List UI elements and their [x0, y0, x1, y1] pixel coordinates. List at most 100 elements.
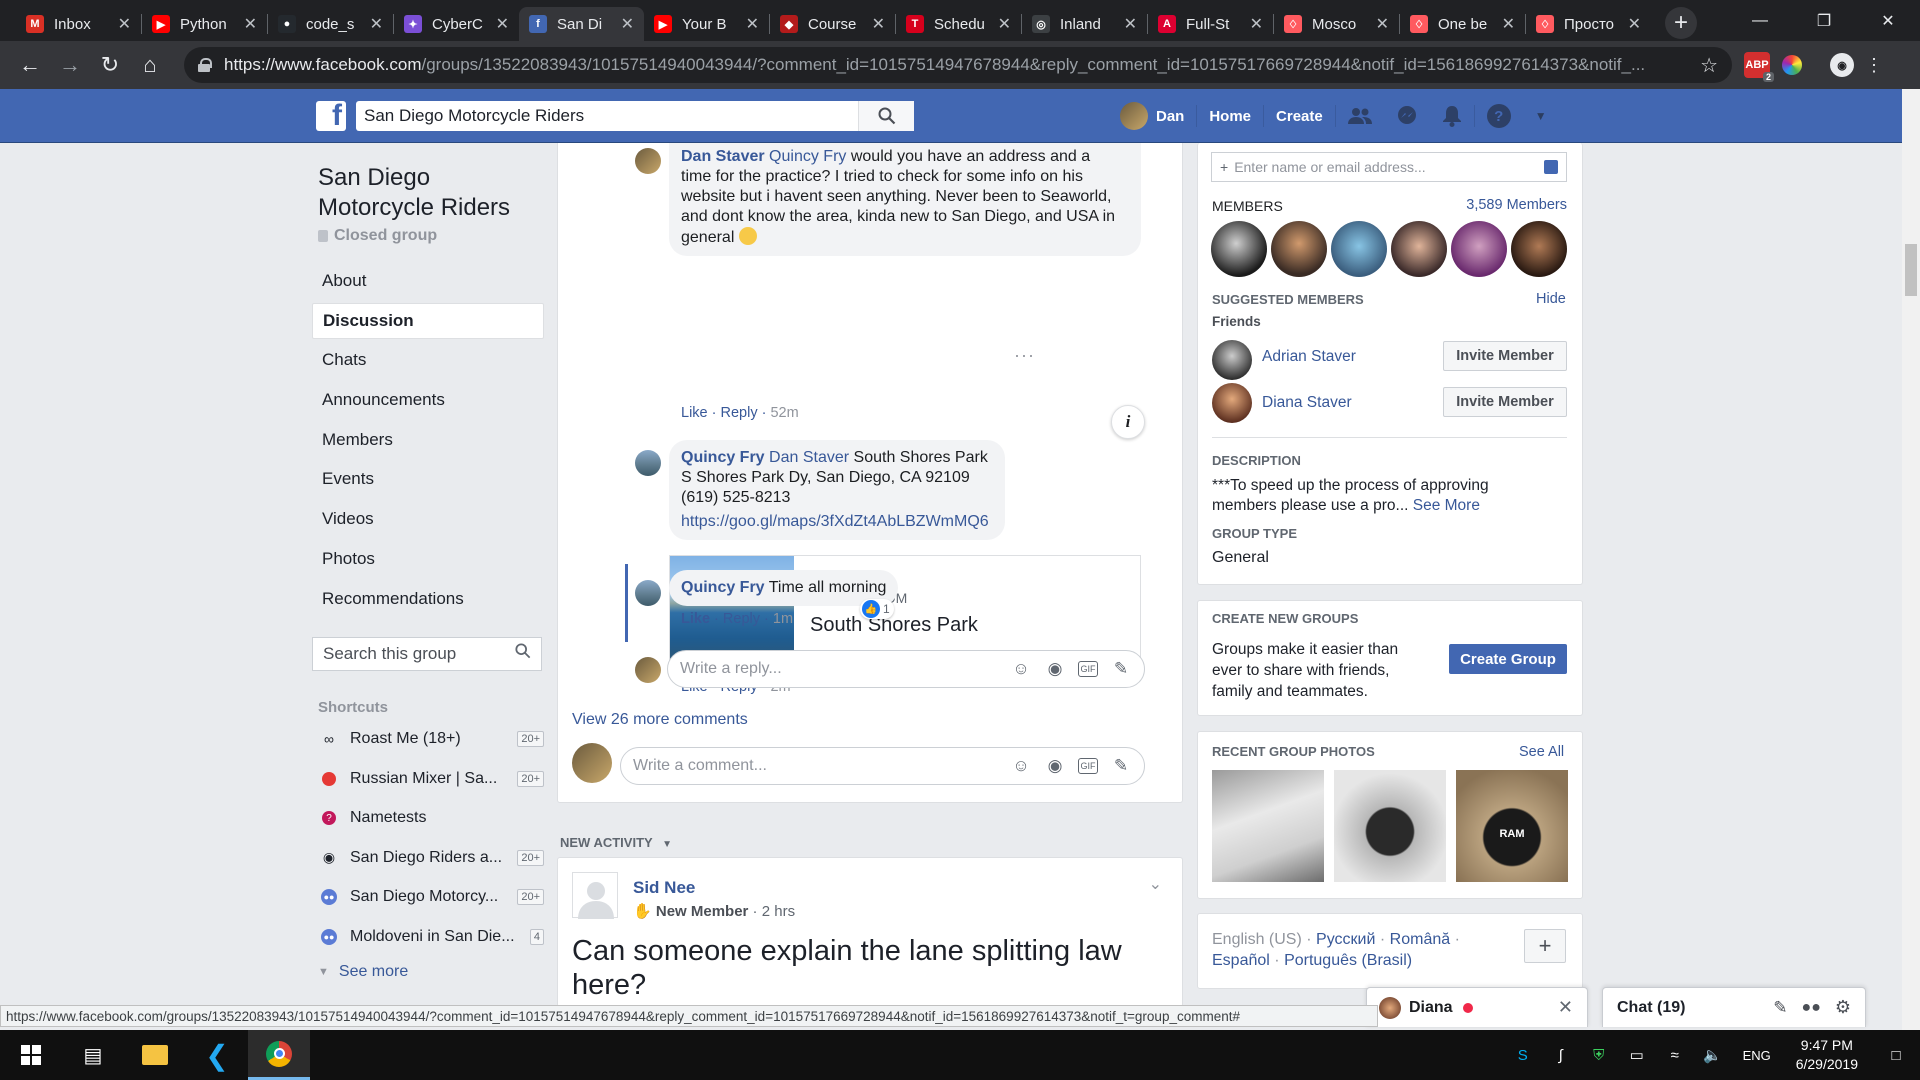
restore-icon[interactable]: ❐ — [1792, 0, 1856, 41]
messenger-icon[interactable] — [1384, 89, 1430, 143]
profile-link[interactable]: Dan — [1108, 89, 1196, 143]
browser-tab[interactable]: M Inbox ✕ — [16, 7, 141, 41]
suggested-member-name[interactable]: Adrian Staver — [1262, 348, 1356, 366]
language-link[interactable]: Español — [1212, 952, 1270, 969]
close-tab-icon[interactable]: ✕ — [1124, 14, 1137, 34]
shortcut-item[interactable]: ●● Moldoveni in San Die... 4 — [312, 917, 544, 957]
reply-link[interactable]: Reply — [721, 405, 758, 421]
search-icon[interactable] — [515, 643, 531, 664]
search-icon[interactable] — [858, 101, 914, 131]
back-icon[interactable]: ← — [10, 45, 50, 85]
camera-icon[interactable]: ◉ — [1044, 755, 1066, 777]
group-photo[interactable] — [1212, 770, 1324, 882]
avatar[interactable] — [1212, 340, 1252, 380]
comment-input[interactable]: Write a comment... ☺ ◉ GIF ✎ — [620, 747, 1145, 785]
member-avatar[interactable] — [1511, 221, 1567, 277]
shortcut-item[interactable]: Russian Mixer | Sa... 20+ — [312, 759, 544, 799]
browser-tab[interactable]: A Full-St ✕ — [1148, 7, 1273, 41]
system-clock[interactable]: 9:47 PM 6/29/2019 — [1782, 1036, 1872, 1074]
group-photo[interactable] — [1334, 770, 1446, 882]
color-wheel-icon[interactable] — [1782, 55, 1802, 75]
member-avatar[interactable] — [1211, 221, 1267, 277]
close-tab-icon[interactable]: ✕ — [118, 14, 131, 34]
bluetooth-icon[interactable]: ∫ — [1542, 1030, 1580, 1080]
avatar[interactable] — [635, 580, 661, 606]
fb-search-input[interactable]: San Diego Motorcycle Riders — [356, 106, 858, 126]
vscode-icon[interactable]: ❮ — [186, 1030, 248, 1080]
close-tab-icon[interactable]: ✕ — [1376, 14, 1389, 34]
browser-tab[interactable]: f San Di ✕ — [519, 7, 644, 41]
skype-icon[interactable]: S — [1504, 1030, 1542, 1080]
group-nav-about[interactable]: About — [312, 263, 544, 299]
chat-tab-diana[interactable]: Diana ✕ — [1366, 987, 1588, 1027]
shortcut-item[interactable]: ●● San Diego Motorcy... 20+ — [312, 878, 544, 918]
group-nav-events[interactable]: Events — [312, 461, 544, 497]
notifications-icon[interactable] — [1430, 89, 1474, 143]
see-more-link[interactable]: ▼ See more — [312, 957, 544, 987]
shortcut-item[interactable]: ◉ San Diego Riders a... 20+ — [312, 838, 544, 878]
notifications-center-icon[interactable]: □ — [1872, 1030, 1920, 1080]
see-more-link[interactable]: See More — [1413, 497, 1480, 514]
comment-time[interactable]: 52m — [770, 405, 798, 421]
sticker-icon[interactable]: ✎ — [1110, 658, 1132, 680]
facebook-logo-icon[interactable]: f — [316, 101, 346, 131]
group-nav-announcements[interactable]: Announcements — [312, 382, 544, 418]
language-link[interactable]: Português (Brasil) — [1284, 952, 1412, 969]
shield-icon[interactable]: ⛨ — [1580, 1030, 1618, 1080]
shortcut-item[interactable]: ∞ Roast Me (18+) 20+ — [312, 720, 544, 760]
post-author[interactable]: Sid Nee — [633, 878, 695, 898]
browser-tab[interactable]: T Schedu ✕ — [896, 7, 1021, 41]
volume-icon[interactable]: 🔈 — [1694, 1030, 1732, 1080]
members-count-link[interactable]: 3,589 Members — [1466, 197, 1567, 213]
chevron-down-icon[interactable]: ⌄ — [1149, 874, 1162, 894]
member-avatar[interactable] — [1331, 221, 1387, 277]
browser-tab[interactable]: ♢ Просто ✕ — [1526, 7, 1651, 41]
sticker-icon[interactable]: ✎ — [1110, 755, 1132, 777]
close-icon[interactable]: ✕ — [1558, 997, 1573, 1018]
profile-icon[interactable]: ◉ — [1830, 53, 1854, 77]
browser-tab[interactable]: ♢ Mosco ✕ — [1274, 7, 1399, 41]
gear-icon[interactable]: ⚙ — [1835, 997, 1851, 1018]
post-time[interactable]: 2 hrs — [762, 903, 795, 920]
invite-member-button[interactable]: Invite Member — [1443, 387, 1567, 417]
forward-icon[interactable]: → — [50, 45, 90, 85]
close-tab-icon[interactable]: ✕ — [621, 14, 634, 34]
reply-link[interactable]: Reply — [723, 611, 760, 627]
avatar[interactable] — [635, 148, 661, 174]
friend-requests-icon[interactable] — [1336, 89, 1384, 143]
wifi-icon[interactable]: ≈ — [1656, 1030, 1694, 1080]
mention-link[interactable]: Dan Staver — [769, 449, 849, 466]
close-tab-icon[interactable]: ✕ — [496, 14, 509, 34]
scrollbar-thumb[interactable] — [1905, 244, 1917, 296]
like-link[interactable]: Like — [681, 611, 710, 627]
adblock-icon[interactable]: ABP 2 — [1744, 52, 1774, 82]
battery-icon[interactable]: ▭ — [1618, 1030, 1656, 1080]
see-all-link[interactable]: See All — [1519, 744, 1564, 760]
browser-tab[interactable]: ◎ Inland ✕ — [1022, 7, 1147, 41]
invite-member-button[interactable]: Invite Member — [1443, 341, 1567, 371]
close-tab-icon[interactable]: ✕ — [998, 14, 1011, 34]
group-nav-discussion[interactable]: Discussion — [312, 302, 544, 339]
view-more-comments-link[interactable]: View 26 more comments — [572, 711, 748, 729]
page-scrollbar[interactable] — [1902, 89, 1920, 1030]
gif-icon[interactable]: GIF — [1078, 758, 1098, 774]
language-link[interactable]: Română — [1390, 931, 1450, 948]
comment-author[interactable]: Quincy Fry — [681, 579, 765, 596]
comment-time[interactable]: 1m — [773, 611, 793, 627]
minimize-icon[interactable]: — — [1728, 0, 1792, 41]
address-book-icon[interactable] — [1544, 160, 1558, 174]
reaction-count[interactable]: 👍 1 — [860, 599, 894, 619]
reply-input[interactable]: Write a reply... ☺ ◉ GIF ✎ — [667, 650, 1145, 688]
gif-icon[interactable]: GIF — [1078, 661, 1098, 677]
comment-author[interactable]: Dan Staver — [681, 148, 765, 165]
create-group-button[interactable]: Create Group — [1449, 644, 1567, 674]
info-icon[interactable]: i — [1111, 405, 1145, 439]
emoji-icon[interactable]: ☺ — [1010, 755, 1032, 777]
windows-start-icon[interactable] — [0, 1030, 62, 1080]
browser-tab[interactable]: ✦ CyberC ✕ — [394, 7, 519, 41]
chrome-icon[interactable] — [248, 1030, 310, 1080]
avatar[interactable] — [1212, 383, 1252, 423]
file-explorer-icon[interactable] — [124, 1030, 186, 1080]
add-language-button[interactable]: + — [1524, 929, 1566, 963]
default-avatar[interactable] — [572, 872, 618, 919]
